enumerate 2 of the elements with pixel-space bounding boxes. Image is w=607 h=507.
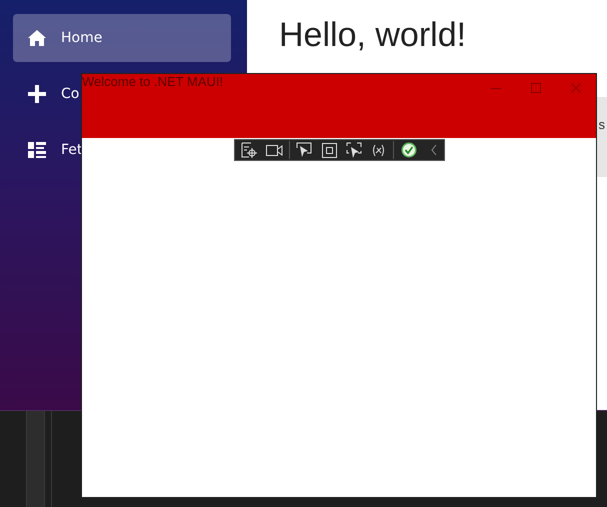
window-title: Welcome to .NET MAUI! [82, 74, 224, 89]
page-heading: Hello, world! [278, 15, 468, 55]
